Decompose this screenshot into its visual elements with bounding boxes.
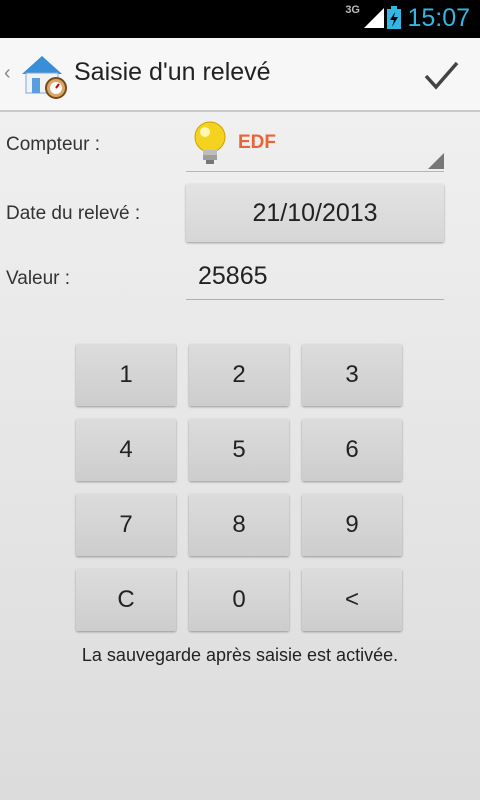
back-caret-icon[interactable]: ‹ bbox=[4, 62, 11, 85]
key-7[interactable]: 7 bbox=[76, 494, 176, 556]
autosave-note: La sauvegarde après saisie est activée. bbox=[81, 645, 399, 665]
key-2[interactable]: 2 bbox=[189, 344, 289, 406]
key-1[interactable]: 1 bbox=[76, 344, 176, 406]
meter-value: EDF bbox=[238, 132, 276, 153]
key-4[interactable]: 4 bbox=[76, 419, 176, 481]
value-label: Valeur : bbox=[6, 268, 71, 289]
lightbulb-icon bbox=[194, 121, 226, 164]
action-bar: ‹ Saisie d'un relevé bbox=[0, 38, 480, 112]
dropdown-corner-icon bbox=[428, 153, 444, 169]
value-input[interactable] bbox=[186, 254, 444, 300]
key-9[interactable]: 9 bbox=[302, 494, 402, 556]
meter-label: Compteur : bbox=[6, 134, 100, 155]
numeric-keypad: 1 2 3 4 5 6 7 8 9 C 0 < bbox=[76, 344, 404, 632]
meter-spinner[interactable]: EDF bbox=[186, 116, 444, 172]
battery-icon bbox=[387, 6, 401, 29]
key-3[interactable]: 3 bbox=[302, 344, 402, 406]
status-time: 15:07 bbox=[407, 4, 470, 32]
date-label: Date du relevé : bbox=[6, 203, 141, 224]
confirm-check-icon[interactable] bbox=[420, 54, 462, 96]
network-type: 3G bbox=[345, 4, 360, 16]
key-8[interactable]: 8 bbox=[189, 494, 289, 556]
key-6[interactable]: 6 bbox=[302, 419, 402, 481]
date-picker-button[interactable]: 21/10/2013 bbox=[186, 184, 444, 242]
signal-icon bbox=[364, 8, 384, 28]
key-clear[interactable]: C bbox=[76, 569, 176, 631]
app-house-icon[interactable] bbox=[18, 50, 68, 100]
key-backspace[interactable]: < bbox=[302, 569, 402, 631]
page-title: Saisie d'un relevé bbox=[74, 58, 271, 86]
key-0[interactable]: 0 bbox=[189, 569, 289, 631]
status-bar: 3G 15:07 bbox=[0, 0, 480, 38]
key-5[interactable]: 5 bbox=[189, 419, 289, 481]
